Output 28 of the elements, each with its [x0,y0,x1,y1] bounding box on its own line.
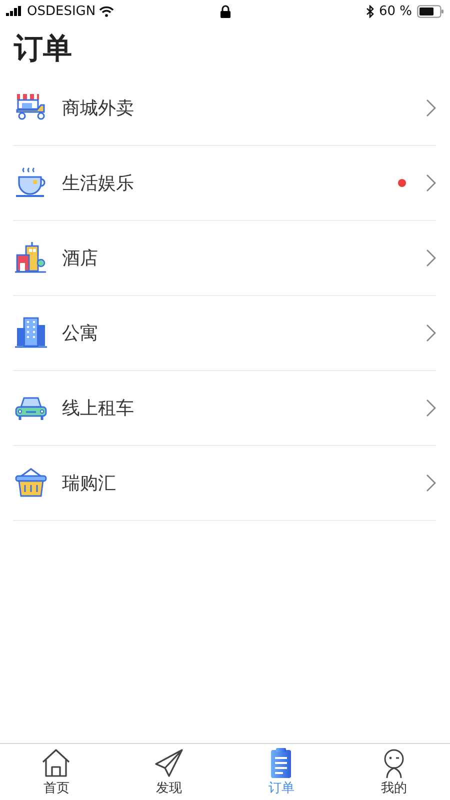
chevron-right-icon [426,324,436,342]
hotel-building-icon [14,241,48,275]
chevron-right-icon [426,399,436,417]
paper-plane-icon [152,748,185,778]
tab-item[interactable]: 首页 [0,744,112,800]
order-category-item[interactable]: 瑞购汇 [13,446,436,521]
tab-item[interactable]: 我的 [338,744,450,800]
bluetooth-icon [366,4,374,18]
apartment-buildings-icon [14,316,48,350]
chevron-right-icon [426,99,436,117]
page-title: 订单 [14,31,72,65]
battery-icon [417,4,444,18]
chevron-right-icon [426,249,436,267]
carrier-name: OSDESIGN [27,4,96,18]
chevron-right-icon [426,474,436,492]
coffee-cup-icon [14,166,48,200]
order-category-item[interactable]: 公寓 [13,296,436,371]
battery-percentage: 60 % [378,4,412,18]
order-category-item[interactable]: 商城外卖 [13,71,436,146]
order-category-item[interactable]: 线上租车 [13,371,436,446]
lock-icon [220,4,230,18]
chevron-right-icon [426,174,436,192]
tab-item[interactable]: 发现 [112,744,225,800]
wifi-icon [98,6,114,16]
order-category-item[interactable]: 酒店 [13,221,436,296]
home-icon [40,748,72,778]
order-category-item[interactable]: 生活娱乐 [13,146,436,221]
signal-icon [6,6,24,16]
